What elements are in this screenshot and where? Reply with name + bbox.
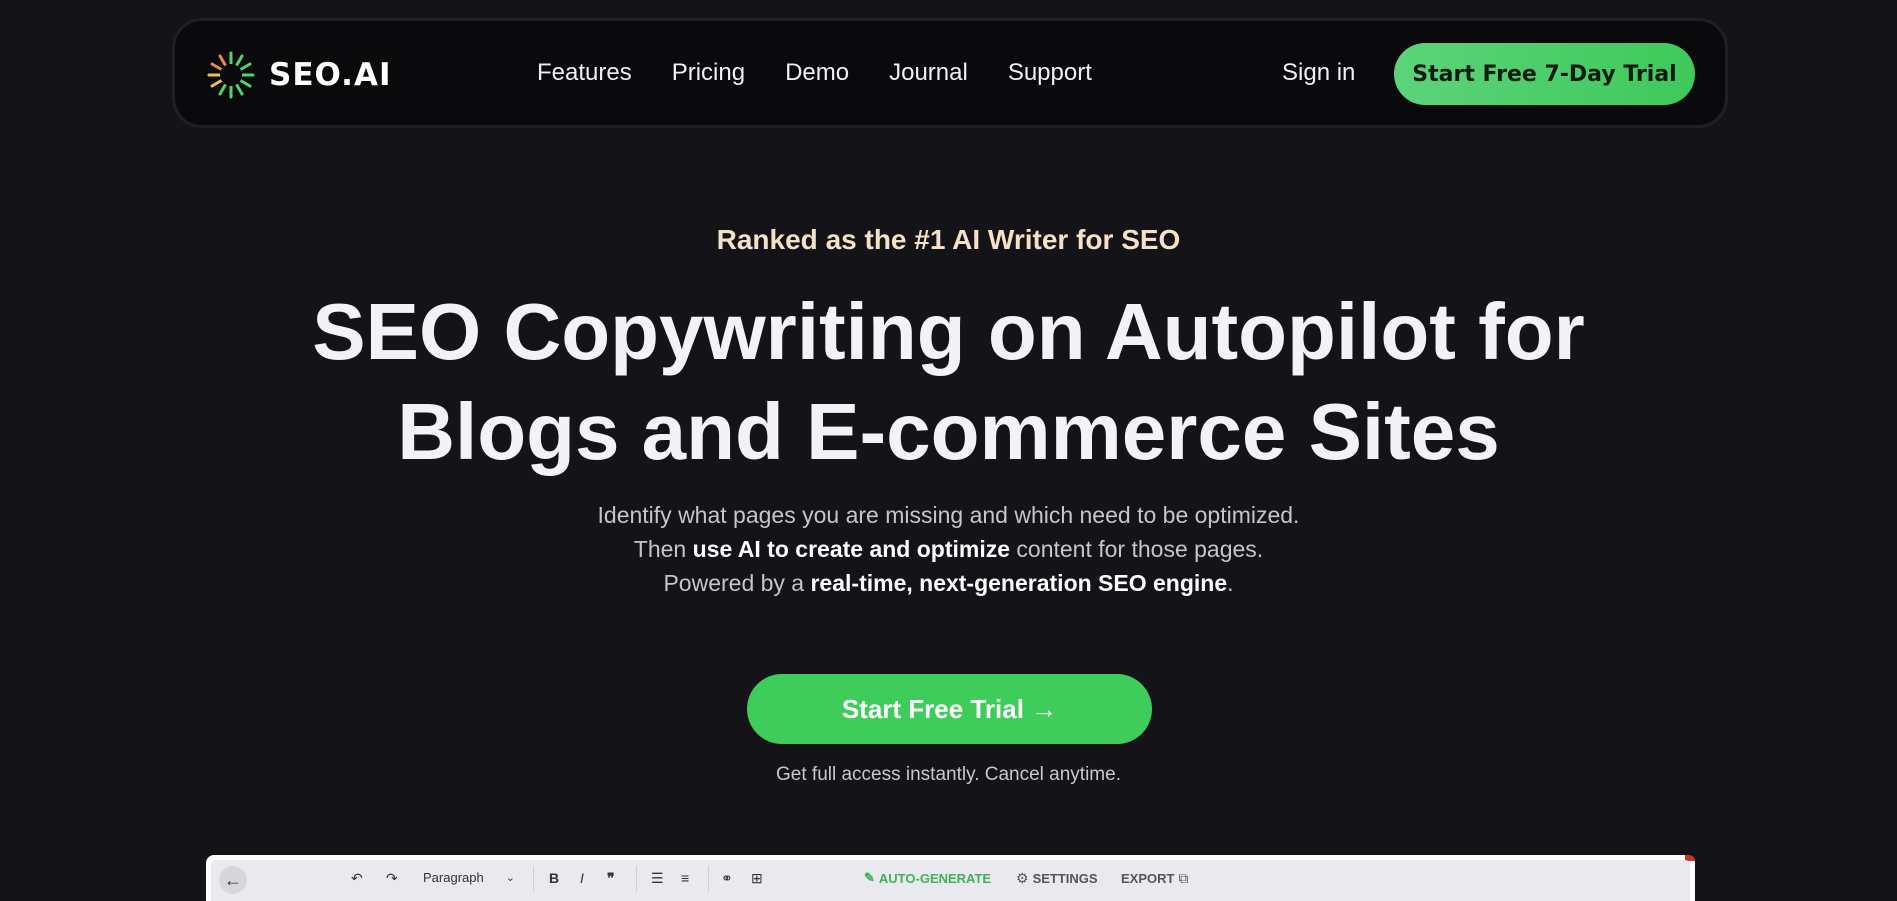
cta-note: Get full access instantly. Cancel anytim… xyxy=(776,764,1121,785)
menu-item-journal[interactable]: Journal xyxy=(889,59,968,87)
hero-tagline: Ranked as the #1 AI Writer for SEO xyxy=(716,224,1181,255)
auto-generate-label: AUTO-GENERATE xyxy=(878,870,992,886)
hero-subtext: Identify what pages you are missing and … xyxy=(0,498,1897,600)
quote-icon[interactable]: ❞ xyxy=(607,870,615,887)
sunburst-logo-icon xyxy=(207,51,255,99)
headline-line-1: SEO Copywriting on Autopilot for xyxy=(312,287,1585,376)
subtext-line-3: Powered by a real-time, next-generation … xyxy=(0,566,1897,600)
menu-item-demo[interactable]: Demo xyxy=(785,59,849,87)
italic-icon[interactable]: I xyxy=(580,870,584,886)
subtext-line-2-post: content for those pages. xyxy=(1010,536,1264,562)
subtext-line-2-pre: Then xyxy=(633,536,693,562)
toolbar-divider xyxy=(636,866,637,892)
subtext-line-3-post: . xyxy=(1227,570,1234,596)
subtext-line-3-bold: real-time, next-generation SEO engine xyxy=(810,570,1228,596)
pencil-icon: ✎ xyxy=(864,870,875,885)
export-label: EXPORT xyxy=(1121,871,1175,886)
toolbar-divider xyxy=(533,866,534,892)
paragraph-select-value: Paragraph xyxy=(423,870,484,885)
hero-headline: SEO Copywriting on Autopilot for Blogs a… xyxy=(0,282,1897,482)
menu-item-features[interactable]: Features xyxy=(537,59,632,87)
menu-item-support[interactable]: Support xyxy=(1008,59,1092,87)
sign-in-link[interactable]: Sign in xyxy=(1282,59,1355,87)
undo-icon[interactable]: ↶ xyxy=(351,870,363,887)
table-icon[interactable]: ⊞ xyxy=(751,870,763,887)
subtext-line-2: Then use AI to create and optimize conte… xyxy=(0,532,1897,566)
chevron-down-icon: ⌄ xyxy=(505,872,515,884)
numbered-list-icon[interactable]: ≡ xyxy=(681,870,689,886)
main-menu: Features Pricing Demo Journal Support xyxy=(537,59,1132,87)
subtext-line-1: Identify what pages you are missing and … xyxy=(597,502,1300,528)
paragraph-select[interactable]: Paragraph ⌄ xyxy=(423,870,515,885)
start-free-trial-button[interactable]: Start Free Trial → xyxy=(747,674,1152,744)
subtext-line-3-pre: Powered by a xyxy=(663,570,811,596)
settings-label: SETTINGS xyxy=(1032,871,1098,886)
top-nav: SEO.AI Features Pricing Demo Journal Sup… xyxy=(172,18,1728,128)
logo[interactable]: SEO.AI xyxy=(205,49,391,101)
start-trial-button[interactable]: Start Free 7-Day Trial xyxy=(1394,43,1695,105)
settings-button[interactable]: ⚙ SETTINGS xyxy=(1016,870,1098,887)
back-arrow-icon[interactable]: ← xyxy=(219,866,247,894)
export-button[interactable]: EXPORT ⧉ xyxy=(1121,870,1188,887)
bold-icon[interactable]: B xyxy=(549,870,559,886)
redo-icon[interactable]: ↷ xyxy=(386,870,398,887)
editor-toolbar: ← ↶ ↷ Paragraph ⌄ B I ❞ ☰ ≡ ⚭ ⊞ ✎ AUTO-GEN… xyxy=(211,860,1690,901)
toolbar-divider xyxy=(708,866,709,892)
auto-generate-button[interactable]: ✎ AUTO-GENERATE xyxy=(864,870,991,886)
subtext-line-2-bold: use AI to create and optimize xyxy=(692,536,1011,562)
logo-text: SEO.AI xyxy=(269,57,392,93)
copy-icon: ⧉ xyxy=(1178,870,1189,886)
bullet-list-icon[interactable]: ☰ xyxy=(651,870,664,887)
menu-item-pricing[interactable]: Pricing xyxy=(672,59,745,87)
link-icon[interactable]: ⚭ xyxy=(721,870,733,887)
headline-line-2: Blogs and E-commerce Sites xyxy=(397,387,1500,476)
gear-icon: ⚙ xyxy=(1016,870,1029,886)
editor-preview: ← ↶ ↷ Paragraph ⌄ B I ❞ ☰ ≡ ⚭ ⊞ ✎ AUTO-GEN… xyxy=(206,855,1695,901)
